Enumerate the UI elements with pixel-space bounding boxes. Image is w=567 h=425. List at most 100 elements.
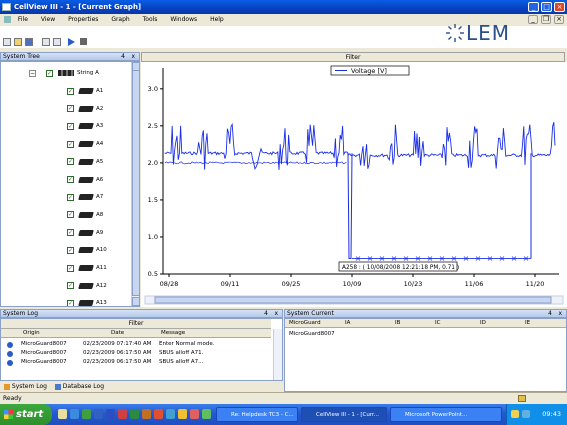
current-col-header[interactable]: IA bbox=[345, 320, 350, 326]
panel-close-icon[interactable]: x bbox=[131, 53, 135, 61]
stop-icon[interactable] bbox=[80, 38, 87, 45]
tray-icon-2[interactable] bbox=[522, 410, 530, 418]
battery-device-icon bbox=[78, 88, 94, 94]
quicklaunch-icon-8[interactable] bbox=[142, 409, 151, 419]
x-tick-label: 11/20 bbox=[526, 280, 545, 288]
menu-view[interactable]: View bbox=[41, 14, 55, 26]
log-close-icon[interactable]: x bbox=[274, 310, 278, 318]
tab-database-log[interactable]: Database Log bbox=[63, 383, 104, 390]
tree-item-checkbox[interactable]: ✓ bbox=[67, 193, 74, 201]
log-row[interactable]: MicroGuard8007 02/23/2009 06:17:50 AM SBUS… bbox=[1, 358, 271, 367]
close-button[interactable]: × bbox=[554, 2, 565, 12]
tree-vertical-scrollbar[interactable] bbox=[131, 62, 139, 306]
tree-item[interactable]: ✓ A10 bbox=[67, 245, 107, 255]
scroll-thumb[interactable] bbox=[132, 70, 139, 296]
voltage-chart[interactable]: 0.5 1.0 1.5 2.0 2.5 3.0 08/28 09/11 09/25 10/09 10… bbox=[141, 62, 567, 307]
tree-item[interactable]: ✓ A4 bbox=[67, 139, 103, 149]
tree-item-checkbox[interactable]: ✓ bbox=[67, 246, 74, 254]
tree-item-checkbox[interactable]: ✓ bbox=[67, 229, 74, 237]
tree-item[interactable]: ✓ A1 bbox=[67, 86, 103, 96]
current-pin-icon[interactable]: 4 bbox=[548, 310, 552, 318]
tab-system-log[interactable]: System Log bbox=[12, 383, 47, 390]
tree-item-checkbox[interactable]: ✓ bbox=[67, 158, 74, 166]
col-origin[interactable]: Origin bbox=[23, 330, 40, 336]
scroll-down-button[interactable] bbox=[132, 297, 139, 306]
minimize-button[interactable]: _ bbox=[528, 2, 539, 12]
quicklaunch-icon-12[interactable] bbox=[190, 409, 199, 419]
save-icon[interactable] bbox=[25, 38, 33, 46]
open-icon[interactable] bbox=[14, 38, 22, 46]
play-icon[interactable] bbox=[68, 38, 75, 46]
quicklaunch-icon-10[interactable] bbox=[166, 409, 175, 419]
menu-graph[interactable]: Graph bbox=[111, 14, 129, 26]
task-helpdesk[interactable]: Re: Helpdesk TC3 - C... bbox=[216, 407, 298, 422]
new-icon[interactable] bbox=[3, 38, 11, 46]
tree-item-checkbox[interactable]: ✓ bbox=[67, 211, 74, 219]
current-col-header[interactable]: IB bbox=[395, 320, 400, 326]
tree-item[interactable]: ✓ A13 bbox=[67, 298, 107, 306]
excel-icon[interactable] bbox=[130, 409, 139, 419]
print-icon[interactable] bbox=[42, 38, 50, 46]
word-icon[interactable] bbox=[106, 409, 115, 419]
mdi-minimize-button[interactable]: _ bbox=[528, 15, 538, 24]
tree-item-checkbox[interactable]: ✓ bbox=[67, 105, 74, 113]
tree-item[interactable]: ✓ A9 bbox=[67, 228, 103, 238]
quicklaunch-icon-2[interactable] bbox=[70, 409, 79, 419]
quicklaunch-icon-9[interactable] bbox=[154, 409, 163, 419]
mdi-restore-button[interactable]: ❐ bbox=[541, 15, 551, 24]
tree-item[interactable]: ✓ A11 bbox=[67, 263, 107, 273]
current-col-header[interactable]: IC bbox=[435, 320, 440, 326]
tree-item[interactable]: ✓ A12 bbox=[67, 281, 107, 291]
log-pin-icon[interactable]: 4 bbox=[264, 310, 268, 318]
current-col-header[interactable]: MicroGuard bbox=[289, 320, 321, 326]
current-col-header[interactable]: IE bbox=[525, 320, 530, 326]
tray-icon-1[interactable] bbox=[511, 410, 519, 418]
pin-icon[interactable]: 4 bbox=[121, 53, 125, 61]
tree-item[interactable]: ✓ A2 bbox=[67, 104, 103, 114]
log-filter-bar[interactable]: Filter bbox=[1, 319, 271, 329]
log-scrollbar[interactable] bbox=[273, 329, 282, 380]
tree-item-checkbox[interactable]: ✓ bbox=[67, 299, 74, 306]
log-row[interactable]: MicroGuard8007 02/23/2009 06:17:50 AM SBUS… bbox=[1, 349, 271, 358]
tree-item-checkbox[interactable]: ✓ bbox=[67, 264, 74, 272]
task-powerpoint[interactable]: Microsoft PowerPoint... bbox=[390, 407, 502, 422]
menu-help[interactable]: Help bbox=[210, 14, 224, 26]
quicklaunch-icon-1[interactable] bbox=[58, 409, 67, 419]
start-button[interactable]: start bbox=[0, 404, 52, 425]
tree-item[interactable]: ✓ A3 bbox=[67, 121, 103, 131]
tree-item-checkbox[interactable]: ✓ bbox=[67, 282, 74, 290]
menu-file[interactable]: File bbox=[18, 14, 28, 26]
tree-item-checkbox[interactable]: ✓ bbox=[67, 122, 74, 130]
tree-item[interactable]: ✓ A6 bbox=[67, 175, 103, 185]
col-message[interactable]: Message bbox=[161, 330, 185, 336]
tree-item-checkbox[interactable]: ✓ bbox=[67, 87, 74, 95]
col-date[interactable]: Date bbox=[111, 330, 124, 336]
voltage-series-line bbox=[164, 122, 556, 170]
quicklaunch-icon-6[interactable] bbox=[118, 409, 127, 419]
menu-tools[interactable]: Tools bbox=[143, 14, 158, 26]
print-preview-icon[interactable] bbox=[53, 38, 61, 46]
tree-item-checkbox[interactable]: ✓ bbox=[67, 176, 74, 183]
mdi-close-button[interactable]: × bbox=[554, 15, 564, 24]
menu-properties[interactable]: Properties bbox=[68, 14, 98, 26]
collapse-toggle[interactable]: − bbox=[29, 69, 36, 77]
quicklaunch-icon-4[interactable] bbox=[94, 409, 103, 419]
log-row[interactable]: MicroGuard8007 02/23/2009 07:17:40 AM Ente… bbox=[1, 340, 271, 349]
graph-filter-bar[interactable]: Filter bbox=[141, 52, 565, 62]
tree-item-checkbox[interactable]: ✓ bbox=[67, 140, 74, 148]
menu-windows[interactable]: Windows bbox=[170, 14, 197, 26]
dip-drop bbox=[347, 153, 353, 259]
quicklaunch-icon-13[interactable] bbox=[202, 409, 211, 419]
tree-item[interactable]: ✓ A7 bbox=[67, 192, 103, 202]
current-col-header[interactable]: ID bbox=[480, 320, 486, 326]
quicklaunch-icon-3[interactable] bbox=[82, 409, 91, 419]
task-cellview[interactable]: CellView III - 1 - [Curr... bbox=[301, 407, 387, 422]
tree-item[interactable]: ✓ A8 bbox=[67, 210, 103, 220]
tree-root[interactable]: − ✓ String A bbox=[29, 68, 99, 78]
tree-item[interactable]: ✓ A5 bbox=[67, 157, 103, 167]
maximize-button[interactable]: □ bbox=[541, 2, 552, 12]
battery-device-icon bbox=[78, 229, 94, 236]
current-close-icon[interactable]: x bbox=[558, 310, 562, 318]
quicklaunch-icon-11[interactable] bbox=[178, 409, 187, 419]
tree-checkbox[interactable]: ✓ bbox=[46, 69, 53, 77]
